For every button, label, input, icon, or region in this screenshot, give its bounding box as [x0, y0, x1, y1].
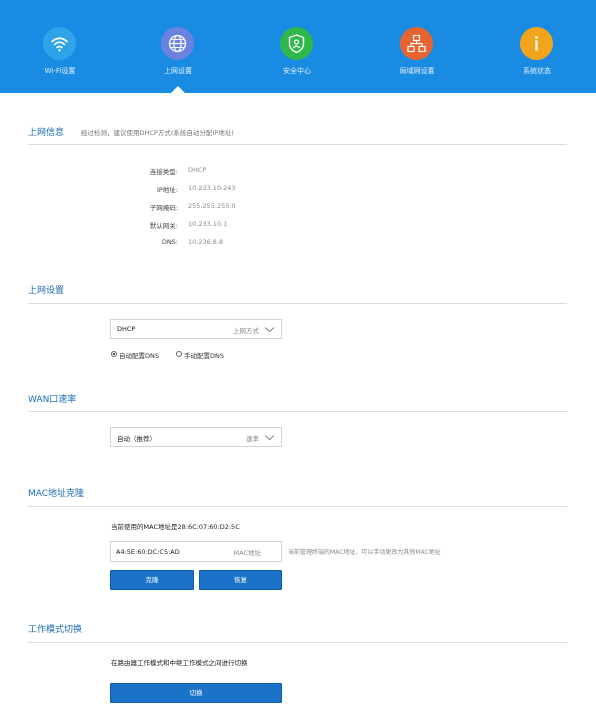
section-title-wan-speed: WAN口速率 — [28, 395, 77, 405]
info-value-ip: 10.233.10.243 — [188, 184, 236, 192]
nav-label-lan: 局域网设置 — [399, 67, 435, 75]
section-title-internet-info: 上网信息 — [28, 128, 65, 138]
dns-manual-label[interactable]: 手动配置DNS — [184, 350, 224, 360]
globe-icon — [161, 27, 194, 60]
nav-label-wifi: Wi-Fi设置 — [44, 67, 76, 75]
nav-item-security[interactable]: 安全中心 — [237, 27, 357, 87]
nav-label-status: 系统状态 — [523, 67, 551, 75]
wan-speed-hint: 速率 — [246, 435, 259, 443]
dns-auto-label[interactable]: 自动配置DNS — [119, 350, 159, 360]
mac-address-input[interactable] — [116, 546, 226, 558]
mac-address-field[interactable]: MAC地址 — [110, 541, 282, 562]
section-title-work-mode: 工作模式切换 — [28, 625, 83, 635]
info-key-gateway: 默认网关: — [149, 222, 178, 230]
info-key-subnet: 子网掩码: — [149, 204, 178, 212]
switch-mode-button[interactable]: 切换 — [110, 683, 282, 703]
divider — [28, 411, 567, 412]
info-key-connection-type: 连接类型: — [149, 168, 178, 176]
wan-speed-value: 自动（推荐） — [117, 435, 156, 443]
section-subtitle-internet-info: 经过检测，建议使用DHCP方式(系统自动分配IP地址) — [81, 129, 234, 137]
dns-auto-radio[interactable] — [111, 351, 117, 357]
dns-manual-radio[interactable] — [176, 351, 182, 357]
info-value-dns: 10.236.8.8 — [188, 238, 224, 246]
mac-address-hint: MAC地址 — [233, 549, 261, 557]
divider — [28, 144, 567, 145]
nav-item-internet[interactable]: 上网设置 — [118, 27, 238, 87]
info-key-dns: DNS: — [161, 238, 178, 246]
chevron-down-icon — [264, 327, 275, 333]
connection-mode-hint: 上网方式 — [233, 327, 259, 335]
info-value-subnet: 255.255.255.0 — [188, 202, 236, 210]
network-icon — [400, 27, 433, 60]
info-value-connection-type: DHCP — [188, 166, 207, 174]
divider — [28, 506, 567, 507]
nav-label-security: 安全中心 — [283, 67, 311, 75]
connection-mode-select[interactable]: DHCP 上网方式 — [110, 319, 282, 339]
mac-address-note: 当前管理终端的MAC地址，可以手动更改为其他MAC地址 — [288, 549, 441, 556]
info-icon — [520, 27, 553, 60]
top-nav: Wi-Fi设置 上网设置 安全中心 局域网设置 系统状态 — [0, 0, 596, 93]
nav-item-lan[interactable]: 局域网设置 — [357, 27, 477, 87]
info-value-gateway: 10.233.10.1 — [188, 220, 228, 228]
divider — [28, 642, 567, 643]
restore-button[interactable]: 恢复 — [199, 570, 282, 590]
wan-speed-select[interactable]: 自动（推荐） 速率 — [110, 427, 282, 447]
clone-button[interactable]: 克隆 — [110, 570, 194, 590]
chevron-down-icon — [264, 435, 275, 441]
info-key-ip: IP地址: — [156, 186, 178, 194]
nav-label-internet: 上网设置 — [164, 67, 192, 75]
divider — [28, 303, 567, 304]
nav-item-status[interactable]: 系统状态 — [477, 27, 596, 87]
nav-item-wifi[interactable]: Wi-Fi设置 — [0, 27, 120, 87]
connection-mode-value: DHCP — [117, 325, 136, 333]
wifi-icon — [43, 27, 76, 60]
section-title-mac-clone: MAC地址克隆 — [28, 489, 85, 499]
active-nav-indicator — [171, 86, 185, 93]
current-mac-text: 当前使用的MAC地址是28:6C:07:60:D2:5C — [111, 523, 240, 531]
shield-icon — [280, 27, 313, 60]
work-mode-description: 在路由器工作模式和中继工作模式之间进行切换 — [111, 659, 248, 667]
section-title-internet-settings: 上网设置 — [28, 286, 65, 296]
